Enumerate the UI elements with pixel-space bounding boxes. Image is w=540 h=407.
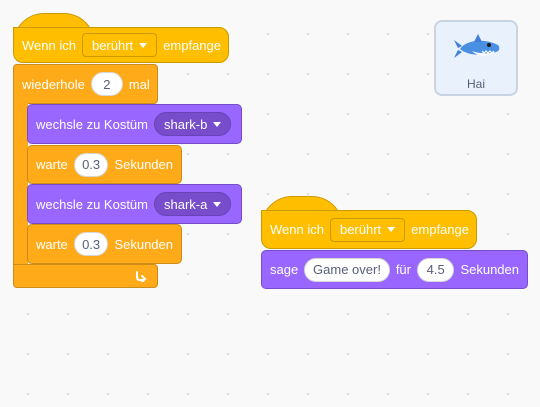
repeat-block-footer[interactable] bbox=[13, 264, 158, 288]
dropdown-value: berührt bbox=[339, 222, 382, 237]
wait-block[interactable]: warte 0.3 Sekunden bbox=[27, 145, 182, 184]
wait-block[interactable]: warte 0.3 Sekunden bbox=[27, 224, 182, 264]
when-broadcast-received-block[interactable]: Wenn ich berührt empfange bbox=[261, 210, 477, 249]
wait-seconds-input[interactable]: 0.3 bbox=[73, 232, 109, 256]
chevron-down-icon bbox=[213, 201, 222, 207]
block-label: empfange bbox=[163, 37, 221, 53]
block-label: Wenn ich bbox=[22, 37, 76, 53]
block-label: Wenn ich bbox=[270, 222, 324, 237]
block-label: wechsle zu Kostüm bbox=[36, 116, 148, 132]
sprite-thumbnail-hai[interactable]: Hai bbox=[434, 20, 518, 96]
block-label: empfange bbox=[411, 222, 469, 237]
costume-dropdown[interactable]: shark-a bbox=[154, 192, 232, 216]
switch-costume-block[interactable]: wechsle zu Kostüm shark-b bbox=[27, 104, 242, 144]
block-label: Sekunden bbox=[114, 236, 173, 252]
block-label: Sekunden bbox=[114, 157, 173, 172]
repeat-count-input[interactable]: 2 bbox=[90, 72, 123, 96]
loop-arrow-icon bbox=[136, 271, 147, 282]
switch-costume-block[interactable]: wechsle zu Kostüm shark-a bbox=[27, 184, 242, 224]
repeat-block[interactable]: wiederhole 2 mal bbox=[13, 64, 158, 104]
chevron-down-icon bbox=[213, 121, 222, 127]
block-label: wiederhole bbox=[22, 76, 85, 92]
chevron-down-icon bbox=[139, 42, 148, 48]
chevron-down-icon bbox=[387, 227, 396, 232]
say-message-input[interactable]: Game over! bbox=[304, 257, 390, 282]
block-label: wechsle zu Kostüm bbox=[36, 196, 148, 212]
shark-icon bbox=[454, 34, 500, 58]
say-for-seconds-block[interactable]: sage Game over! für 4.5 Sekunden bbox=[261, 250, 528, 289]
repeat-block-arm bbox=[13, 103, 28, 265]
broadcast-dropdown[interactable]: berührt bbox=[81, 33, 158, 57]
dropdown-value: shark-b bbox=[164, 116, 208, 132]
dropdown-value: berührt bbox=[91, 37, 134, 53]
block-label: für bbox=[395, 262, 411, 277]
block-label: Sekunden bbox=[460, 262, 519, 277]
sprite-name: Hai bbox=[466, 77, 485, 91]
dropdown-value: shark-a bbox=[164, 196, 208, 212]
block-label: warte bbox=[36, 236, 68, 252]
block-label: warte bbox=[36, 157, 68, 172]
wait-seconds-input[interactable]: 0.3 bbox=[73, 152, 109, 177]
when-broadcast-received-block[interactable]: Wenn ich berührt empfange bbox=[13, 27, 229, 63]
say-seconds-input[interactable]: 4.5 bbox=[416, 257, 455, 282]
block-label: mal bbox=[128, 76, 150, 92]
block-label: sage bbox=[270, 262, 299, 277]
costume-dropdown[interactable]: shark-b bbox=[154, 112, 232, 136]
broadcast-dropdown[interactable]: berührt bbox=[329, 217, 406, 242]
